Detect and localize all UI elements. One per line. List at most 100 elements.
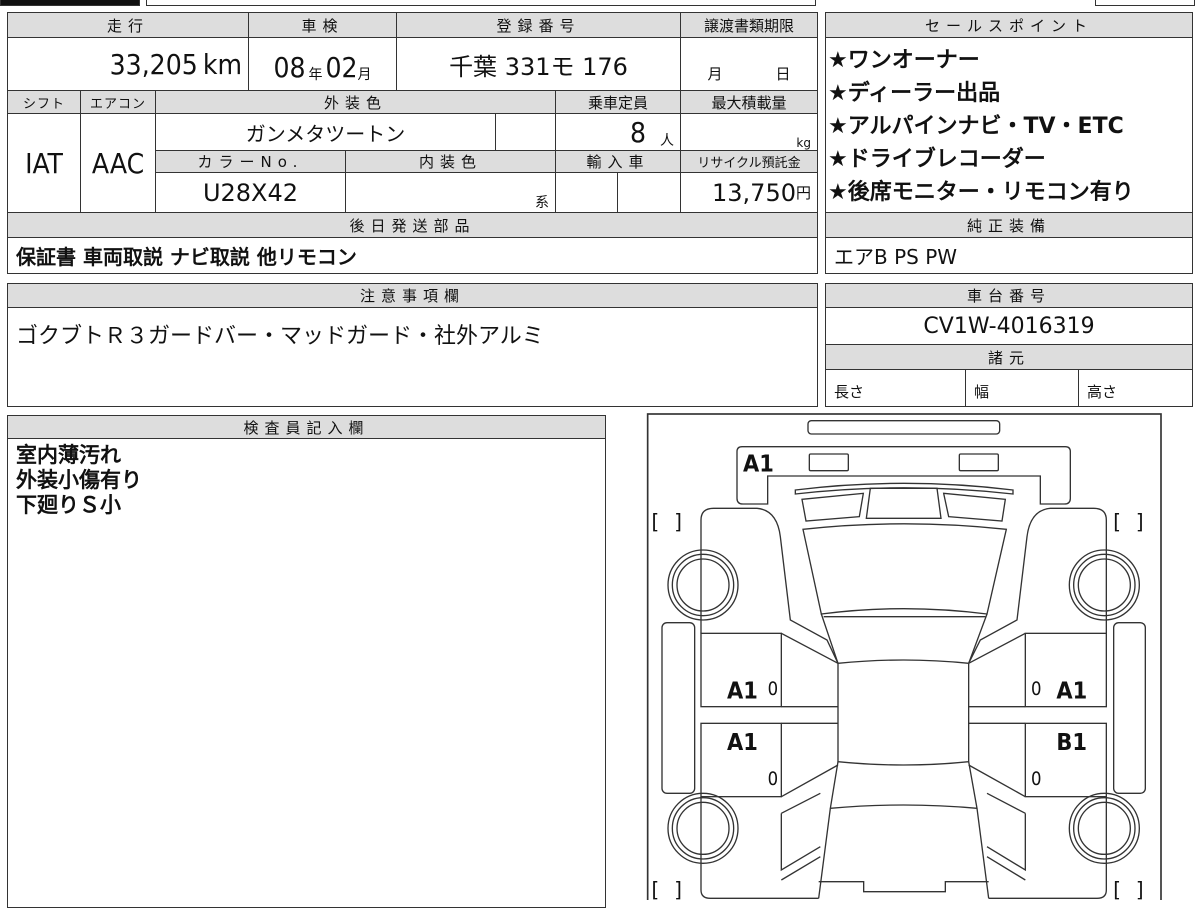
- recycle-number: 13,750: [712, 178, 796, 207]
- vehicle-damage-diagram: A1 A1 0 A1 0 0 A1 B1 0 [ ] [ ] [ ] [ ]: [646, 413, 1162, 900]
- month-unit: 月: [357, 67, 372, 83]
- mark-right-front: A1: [1056, 676, 1087, 704]
- a-pillars: [820, 613, 988, 664]
- mark-front: A1: [743, 450, 774, 478]
- shift-label: シフト: [7, 90, 81, 114]
- equipment-label: 純正装備: [825, 212, 1193, 238]
- inspection-month: 02: [325, 51, 358, 84]
- mark-left-rear-num: 0: [768, 769, 779, 790]
- color-no-label: カラーNo.: [155, 150, 346, 173]
- max-load-value: kg: [680, 113, 818, 151]
- capacity-value: 8人: [555, 113, 681, 151]
- inspection-year: 08: [273, 51, 306, 84]
- header-black-block: [0, 0, 140, 6]
- rear-window: [818, 761, 990, 899]
- exterior-color-value: ガンメタツートン: [155, 113, 496, 151]
- shift-value: IAT: [7, 113, 81, 213]
- wheel-front-left: [667, 549, 739, 621]
- capacity-unit: 人: [660, 133, 674, 149]
- bracket-rear-right: [ ]: [1110, 878, 1146, 900]
- max-load-unit: kg: [796, 136, 811, 150]
- color-no-value: U28X42: [155, 172, 346, 213]
- recycle-unit: 円: [795, 184, 811, 202]
- headlight-right: [958, 453, 999, 472]
- wheel-rear-left: [667, 792, 739, 864]
- sales-point: ★ディーラー出品: [828, 81, 1001, 106]
- later-parts-label: 後日発送部品: [7, 212, 818, 238]
- spec-length: 長さ: [825, 369, 966, 407]
- interior-color-label: 内装色: [345, 150, 556, 173]
- rear-bumper: [818, 881, 989, 893]
- inspector-notes: 室内薄汚れ 外装小傷有り 下廻りＳ小: [7, 438, 606, 908]
- inspection-label: 車検: [248, 12, 397, 38]
- front-panel: [736, 446, 1071, 505]
- exterior-color-label: 外装色: [155, 90, 556, 114]
- imported-label: 輸入車: [555, 150, 681, 173]
- wheel-front-right: [1068, 549, 1140, 621]
- front-bumper: [807, 420, 1001, 435]
- sales-points-label: セールスポイント: [825, 12, 1193, 38]
- inspection-value: 08 年 02 月: [248, 37, 397, 91]
- mark-left-rear: A1: [727, 728, 758, 756]
- headlight-left: [808, 453, 849, 472]
- deadline-day-unit: 日: [775, 65, 791, 83]
- recycle-label: リサイクル預託金: [680, 150, 818, 173]
- step-left: [661, 622, 696, 794]
- bracket-front-right: [ ]: [1110, 509, 1146, 533]
- sales-point: ★ドライブレコーダー: [828, 147, 1046, 172]
- bracket-rear-left: [ ]: [649, 878, 685, 900]
- chassis-value: CV1W-4016319: [825, 307, 1193, 345]
- aircon-label: エアコン: [80, 90, 156, 114]
- roof: [837, 659, 970, 766]
- front-lamp-right: [942, 492, 1007, 522]
- grille: [865, 487, 942, 519]
- aircon-value: AAC: [80, 113, 156, 213]
- mark-right-rear: B1: [1056, 728, 1087, 756]
- year-unit: 年: [308, 67, 323, 83]
- imported-value-b: [617, 172, 681, 213]
- front-lamp-left: [801, 492, 865, 522]
- windshield: [802, 523, 1008, 615]
- inspector-label: 検査員記入欄: [7, 415, 606, 439]
- notes-value: ゴクブトＲ３ガードバー・マッドガード・社外アルミ: [7, 307, 818, 407]
- header-strip: [146, 0, 816, 6]
- mileage-unit: km: [202, 47, 242, 81]
- mark-right-rear-num: 0: [1031, 769, 1042, 790]
- mileage-value: 33,205 km: [7, 37, 249, 91]
- wheel-rear-right: [1068, 792, 1140, 864]
- recycle-value: 13,750 円: [680, 172, 818, 213]
- chassis-label: 車台番号: [825, 283, 1193, 308]
- mark-right-front-num: 0: [1031, 679, 1042, 700]
- rear-quarter: [780, 632, 1026, 881]
- capacity-number: 8: [629, 115, 646, 149]
- registration-value: 千葉 331モ 176: [396, 37, 681, 91]
- imported-value-a: [555, 172, 618, 213]
- sales-point: ★アルパインナビ・TV・ETC: [828, 114, 1124, 139]
- step-right: [1113, 622, 1146, 794]
- spec-height: 高さ: [1078, 369, 1193, 407]
- bracket-front-left: [ ]: [649, 509, 685, 533]
- notes-label: 注意事項欄: [7, 283, 818, 308]
- mark-left-front: A1: [727, 676, 758, 704]
- sales-points-list: ★ワンオーナー ★ディーラー出品 ★アルパインナビ・TV・ETC ★ドライブレコ…: [828, 44, 1134, 209]
- max-load-label: 最大積載量: [680, 90, 818, 114]
- transfer-deadline-label: 譲渡書類期限: [680, 12, 818, 38]
- registration-label: 登録番号: [396, 12, 681, 38]
- interior-color-unit: 系: [535, 195, 549, 211]
- spec-width: 幅: [965, 369, 1079, 407]
- header-strip-right: [1095, 0, 1195, 6]
- mileage-number: 33,205: [109, 47, 198, 81]
- mark-left-front-num: 0: [768, 679, 779, 700]
- equipment-value: エアB PS PW: [825, 237, 1193, 274]
- side-sills: [781, 706, 1026, 724]
- diagram-border: [646, 413, 1162, 900]
- sales-point: ★後席モニター・リモコン有り: [828, 180, 1134, 205]
- sales-point: ★ワンオーナー: [828, 48, 980, 73]
- exterior-color-extra: [495, 113, 556, 151]
- deadline-month-unit: 月: [707, 65, 723, 83]
- mileage-label: 走行: [7, 12, 249, 38]
- capacity-label: 乗車定員: [555, 90, 681, 114]
- transfer-deadline-value: 月日: [680, 37, 818, 91]
- interior-color-value: 系: [345, 172, 556, 213]
- later-parts-value: 保証書 車両取説 ナビ取説 他リモコン: [7, 237, 818, 274]
